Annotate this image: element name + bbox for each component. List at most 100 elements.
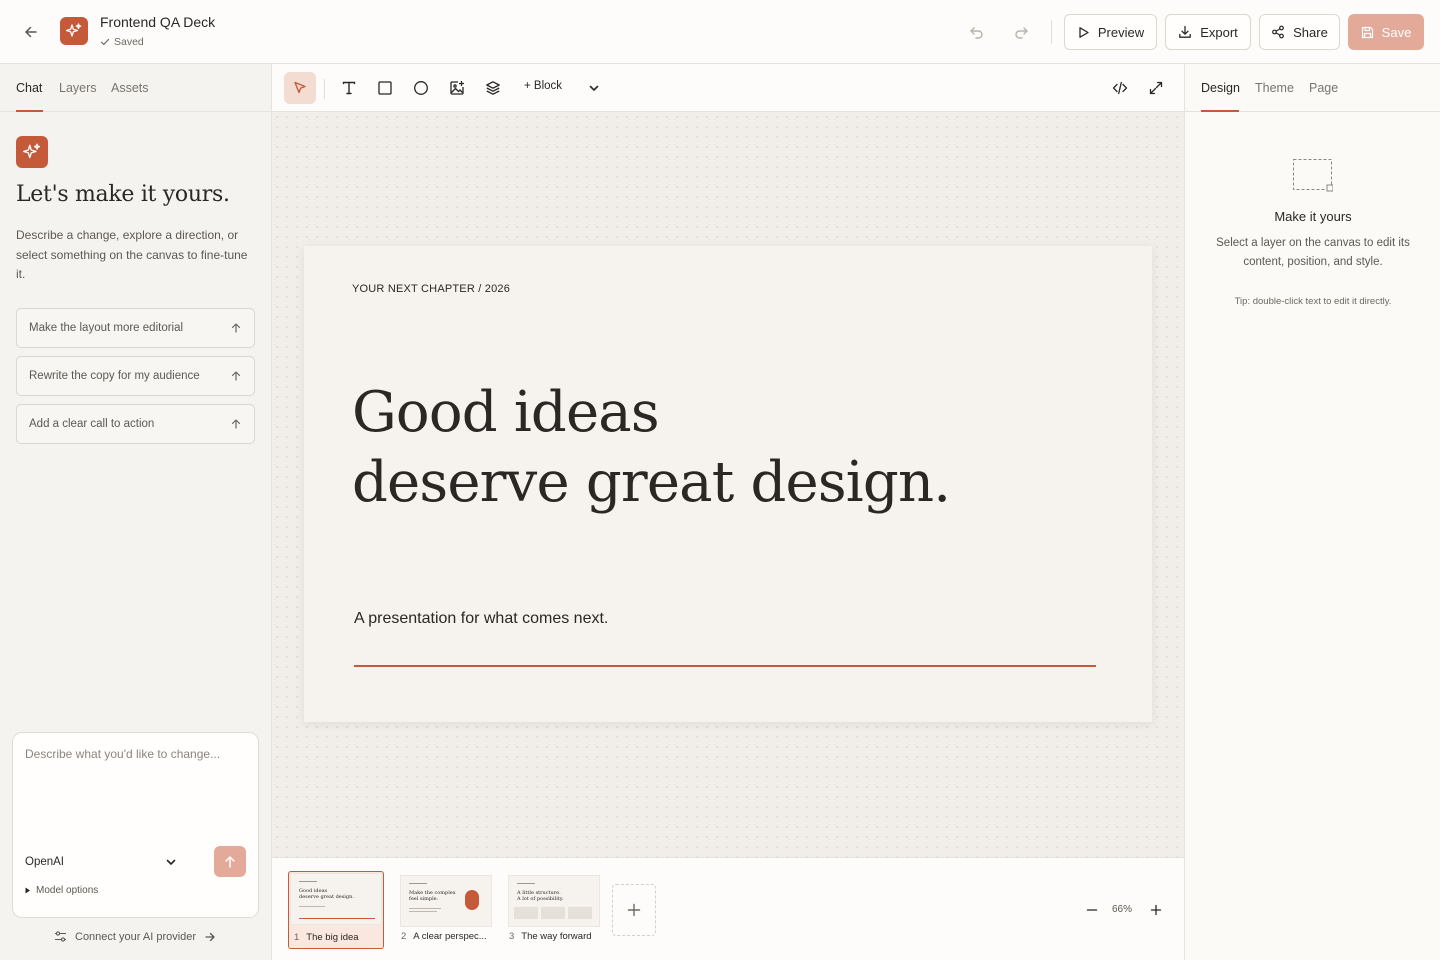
export-button[interactable]: Export bbox=[1165, 14, 1251, 50]
slide-thumbnail-preview: Good ideas deserve great design. bbox=[290, 873, 382, 925]
add-block-button[interactable]: + Block bbox=[524, 80, 562, 92]
undo-icon bbox=[970, 27, 983, 39]
right-tabs: Design Theme Page bbox=[1185, 64, 1440, 112]
select-tool[interactable] bbox=[284, 72, 316, 104]
zoom-out-button[interactable] bbox=[1083, 901, 1101, 919]
tab-theme[interactable]: Theme bbox=[1255, 81, 1294, 95]
toolbar-divider bbox=[1051, 20, 1052, 44]
ellipse-tool[interactable] bbox=[405, 72, 437, 104]
app-logo bbox=[60, 17, 88, 45]
slide-thumbnail-1[interactable]: Good ideas deserve great design. 1 The bi… bbox=[288, 871, 384, 949]
canvas-toolbar: + Block bbox=[272, 64, 1184, 112]
save-label: Save bbox=[1381, 24, 1412, 40]
model-options-label: Model options bbox=[36, 885, 99, 896]
slide-title[interactable]: Good ideas deserve great design. bbox=[352, 378, 951, 518]
preview-label: Preview bbox=[1097, 24, 1145, 40]
mini-title: Good ideas deserve great design. bbox=[299, 888, 354, 900]
tab-layers[interactable]: Layers bbox=[59, 81, 97, 95]
slide-thumbnail-preview: Make the complex feel simple. bbox=[400, 875, 492, 927]
send-button[interactable] bbox=[214, 846, 246, 877]
slide-name: The way forward bbox=[521, 931, 592, 942]
mini-body-line bbox=[409, 911, 437, 912]
slide-thumbnail-label: 3 The way forward bbox=[509, 931, 592, 942]
assistant-logo bbox=[16, 136, 48, 168]
mini-title-line: A lot of possibility. bbox=[517, 896, 564, 902]
suggestion-label: Make the layout more editorial bbox=[29, 322, 184, 334]
document-title[interactable]: Frontend QA Deck bbox=[100, 14, 215, 30]
floppy-disk-icon bbox=[1361, 26, 1373, 38]
play-icon bbox=[1079, 26, 1089, 38]
preview-button[interactable]: Preview bbox=[1064, 14, 1157, 50]
mini-eyebrow bbox=[409, 883, 427, 884]
slide-subtitle[interactable]: A presentation for what comes next. bbox=[354, 610, 608, 628]
undo-button[interactable] bbox=[964, 19, 990, 45]
suggestion-rewrite-copy[interactable]: Rewrite the copy for my audience bbox=[16, 356, 255, 396]
code-view-button[interactable] bbox=[1104, 72, 1136, 104]
mini-title: A little structure. A lot of possibility… bbox=[517, 890, 564, 902]
model-select[interactable]: OpenAI bbox=[25, 851, 177, 873]
empty-state-description: Select a layer on the canvas to edit its… bbox=[1216, 237, 1410, 268]
layers-tool[interactable] bbox=[477, 72, 509, 104]
circle-icon bbox=[414, 81, 428, 95]
slide-eyebrow[interactable]: YOUR NEXT CHAPTER / 2026 bbox=[352, 283, 510, 295]
arrow-right-icon bbox=[205, 932, 215, 941]
slide-thumbnail-label: 2 A clear perspec... bbox=[401, 931, 487, 942]
image-tool[interactable] bbox=[441, 72, 473, 104]
share-button[interactable]: Share bbox=[1259, 14, 1340, 50]
zoom-in-button[interactable] bbox=[1147, 901, 1165, 919]
sliders-icon bbox=[55, 931, 66, 942]
back-button[interactable] bbox=[18, 19, 44, 45]
add-slide-button[interactable] bbox=[612, 884, 656, 936]
slide-name: A clear perspec... bbox=[413, 931, 487, 942]
slide-title-line: deserve great design. bbox=[352, 450, 951, 515]
mini-subtitle bbox=[299, 906, 325, 907]
plus-icon bbox=[627, 903, 641, 917]
slide-name: The big idea bbox=[306, 932, 359, 943]
square-icon bbox=[378, 81, 392, 95]
redo-button[interactable] bbox=[1008, 19, 1034, 45]
slide-accent-rule[interactable] bbox=[354, 665, 1096, 667]
zoom-level: 66% bbox=[1112, 904, 1133, 915]
slide-thumbnail-label: 1 The big idea bbox=[294, 932, 359, 943]
save-button[interactable]: Save bbox=[1348, 14, 1424, 50]
arrow-up-icon bbox=[231, 323, 241, 333]
left-tabs: Chat Layers Assets bbox=[0, 64, 271, 112]
suggestion-call-to-action[interactable]: Add a clear call to action bbox=[16, 404, 255, 444]
left-panel: Chat Layers Assets Let's make it yours. … bbox=[0, 64, 272, 960]
slide-thumbnail-preview: A little structure. A lot of possibility… bbox=[508, 875, 600, 927]
active-tab-indicator bbox=[16, 110, 43, 112]
arrow-up-icon bbox=[231, 371, 241, 381]
check-icon bbox=[100, 38, 110, 46]
mini-title-line: deserve great design. bbox=[299, 894, 354, 900]
canvas[interactable]: YOUR NEXT CHAPTER / 2026 Good ideas dese… bbox=[272, 112, 1184, 857]
tab-page[interactable]: Page bbox=[1309, 81, 1338, 95]
block-menu-toggle[interactable] bbox=[586, 80, 602, 96]
model-options-toggle[interactable]: Model options bbox=[25, 885, 98, 896]
model-select-value: OpenAI bbox=[25, 856, 64, 868]
fullscreen-button[interactable] bbox=[1140, 72, 1172, 104]
mini-eyebrow bbox=[299, 881, 317, 882]
chevron-down-icon bbox=[589, 85, 599, 91]
tab-chat[interactable]: Chat bbox=[16, 81, 42, 95]
slide-thumbnail-2[interactable]: Make the complex feel simple. 2 A clear p… bbox=[396, 871, 492, 949]
arrow-up-icon bbox=[231, 419, 241, 429]
slide-number: 3 bbox=[509, 931, 515, 942]
chat-heading: Let's make it yours. bbox=[16, 182, 230, 207]
chat-input[interactable] bbox=[13, 733, 258, 833]
suggestion-editorial-layout[interactable]: Make the layout more editorial bbox=[16, 308, 255, 348]
suggestion-label: Rewrite the copy for my audience bbox=[29, 370, 200, 382]
chat-composer: OpenAI Model options bbox=[12, 732, 259, 918]
connect-provider-link[interactable]: Connect your AI provider bbox=[54, 930, 216, 943]
mini-card bbox=[568, 907, 592, 919]
mini-eyebrow bbox=[517, 883, 535, 884]
slide-thumbnail-3[interactable]: A little structure. A lot of possibility… bbox=[504, 871, 600, 949]
sparkle-icon bbox=[65, 23, 82, 37]
slide-frame[interactable]: YOUR NEXT CHAPTER / 2026 Good ideas dese… bbox=[304, 246, 1152, 722]
rectangle-tool[interactable] bbox=[369, 72, 401, 104]
empty-state-tip: Tip: double-click text to edit it direct… bbox=[1234, 296, 1392, 307]
sparkle-icon bbox=[23, 143, 41, 159]
tab-assets[interactable]: Assets bbox=[111, 81, 149, 95]
image-plus-icon bbox=[450, 81, 464, 95]
tab-design[interactable]: Design bbox=[1201, 81, 1240, 95]
text-tool[interactable] bbox=[333, 72, 365, 104]
